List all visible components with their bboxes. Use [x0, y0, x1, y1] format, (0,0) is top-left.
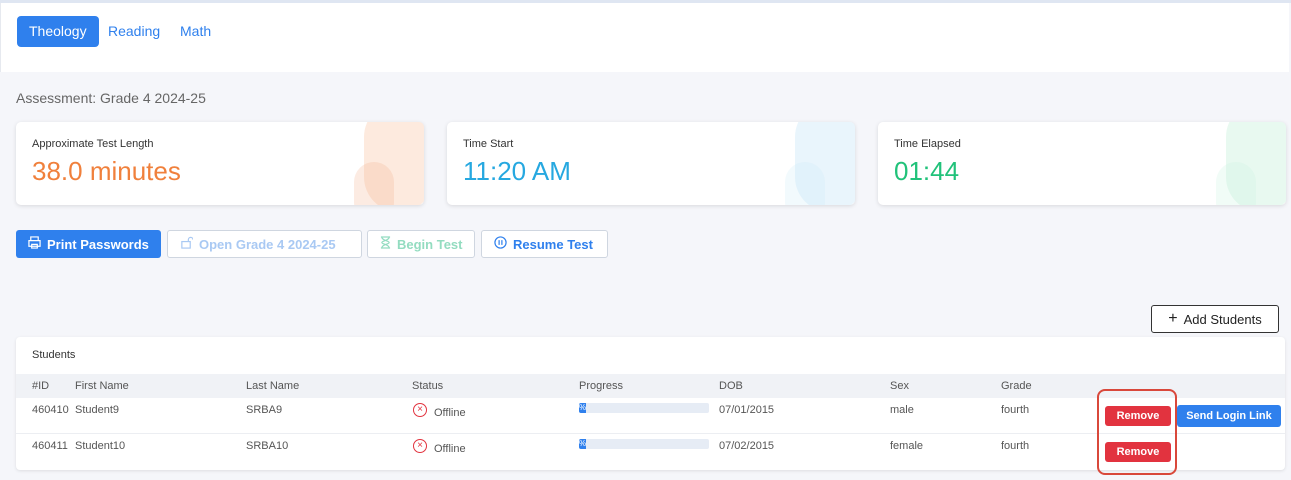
test-length-value: 38.0 minutes	[32, 156, 181, 186]
time-elapsed-card: Time Elapsed 01:44	[878, 122, 1286, 205]
assessment-title: Assessment: Grade 4 2024-25	[16, 90, 206, 106]
header-progress: Progress	[579, 380, 624, 392]
send-login-link-button[interactable]: Send Login Link	[1177, 405, 1281, 427]
open-assessment-button[interactable]: Open Grade 4 2024-25	[167, 230, 362, 258]
header-last-name: Last Name	[246, 380, 300, 392]
time-start-value: 11:20 AM	[463, 156, 571, 186]
cell-dob: 07/02/2015	[719, 440, 775, 452]
header-status: Status	[412, 380, 444, 392]
tab-theology[interactable]: Theology	[17, 16, 99, 47]
remove-buttons-highlight	[1097, 389, 1177, 475]
cell-first-name: Student10	[75, 440, 126, 452]
tab-reading[interactable]: Reading	[96, 16, 172, 47]
card-decoration	[354, 162, 394, 205]
cell-status: Offline	[434, 407, 466, 419]
header-id: #ID	[32, 380, 50, 392]
begin-test-button[interactable]: Begin Test	[367, 230, 475, 258]
progress-bar: %	[579, 439, 709, 449]
cell-id: 460411	[32, 440, 68, 452]
table-row: 460411 Student10 SRBA10 × Offline % 07/0…	[16, 434, 1285, 470]
progress-fill: %	[579, 403, 587, 413]
pause-circle-icon	[494, 236, 507, 252]
hourglass-icon	[380, 236, 391, 252]
header-first-name: First Name	[75, 380, 129, 392]
tab-math[interactable]: Math	[168, 16, 223, 47]
card-decoration	[1216, 162, 1256, 205]
resume-test-label: Resume Test	[513, 236, 593, 252]
progress-bar: %	[579, 403, 709, 413]
time-elapsed-label: Time Elapsed	[894, 138, 961, 150]
students-table-card: Students #ID First Name Last Name Status…	[16, 337, 1285, 470]
unlock-icon	[180, 236, 194, 252]
begin-test-label: Begin Test	[397, 236, 463, 252]
subject-tabs-panel: Theology Reading Math	[0, 3, 1289, 72]
progress-fill: %	[579, 439, 587, 449]
add-students-label: Add Students	[1183, 311, 1262, 327]
add-students-button[interactable]: + Add Students	[1151, 305, 1279, 333]
cell-id: 460410	[32, 404, 69, 416]
cell-dob: 07/01/2015	[719, 404, 775, 416]
print-icon	[28, 236, 41, 252]
time-start-card: Time Start 11:20 AM	[447, 122, 855, 205]
header-sex: Sex	[890, 380, 909, 392]
cell-first-name: Student9	[75, 404, 120, 416]
cell-last-name: SRBA9	[246, 404, 283, 416]
header-grade: Grade	[1001, 380, 1032, 392]
table-header: #ID First Name Last Name Status Progress…	[16, 374, 1285, 398]
offline-icon: ×	[413, 439, 427, 453]
students-table-title: Students	[32, 349, 76, 361]
time-elapsed-value: 01:44	[894, 156, 960, 186]
cell-last-name: SRBA10	[246, 440, 289, 452]
resume-test-button[interactable]: Resume Test	[481, 230, 608, 258]
cell-grade: fourth	[1001, 440, 1030, 452]
test-length-label: Approximate Test Length	[32, 138, 154, 150]
cell-sex: male	[890, 404, 914, 416]
print-passwords-label: Print Passwords	[47, 236, 149, 252]
test-length-card: Approximate Test Length 38.0 minutes	[16, 122, 424, 205]
header-dob: DOB	[719, 380, 743, 392]
time-start-label: Time Start	[463, 138, 514, 150]
cell-sex: female	[890, 440, 924, 452]
print-passwords-button[interactable]: Print Passwords	[16, 230, 161, 258]
offline-icon: ×	[413, 403, 427, 417]
plus-icon: +	[1168, 310, 1178, 327]
table-row: 460410 Student9 SRBA9 × Offline % 07/01/…	[16, 398, 1285, 434]
cell-status: Offline	[434, 443, 466, 455]
cell-grade: fourth	[1001, 404, 1030, 416]
card-decoration	[785, 162, 825, 205]
open-assessment-label: Open Grade 4 2024-25	[199, 236, 336, 252]
